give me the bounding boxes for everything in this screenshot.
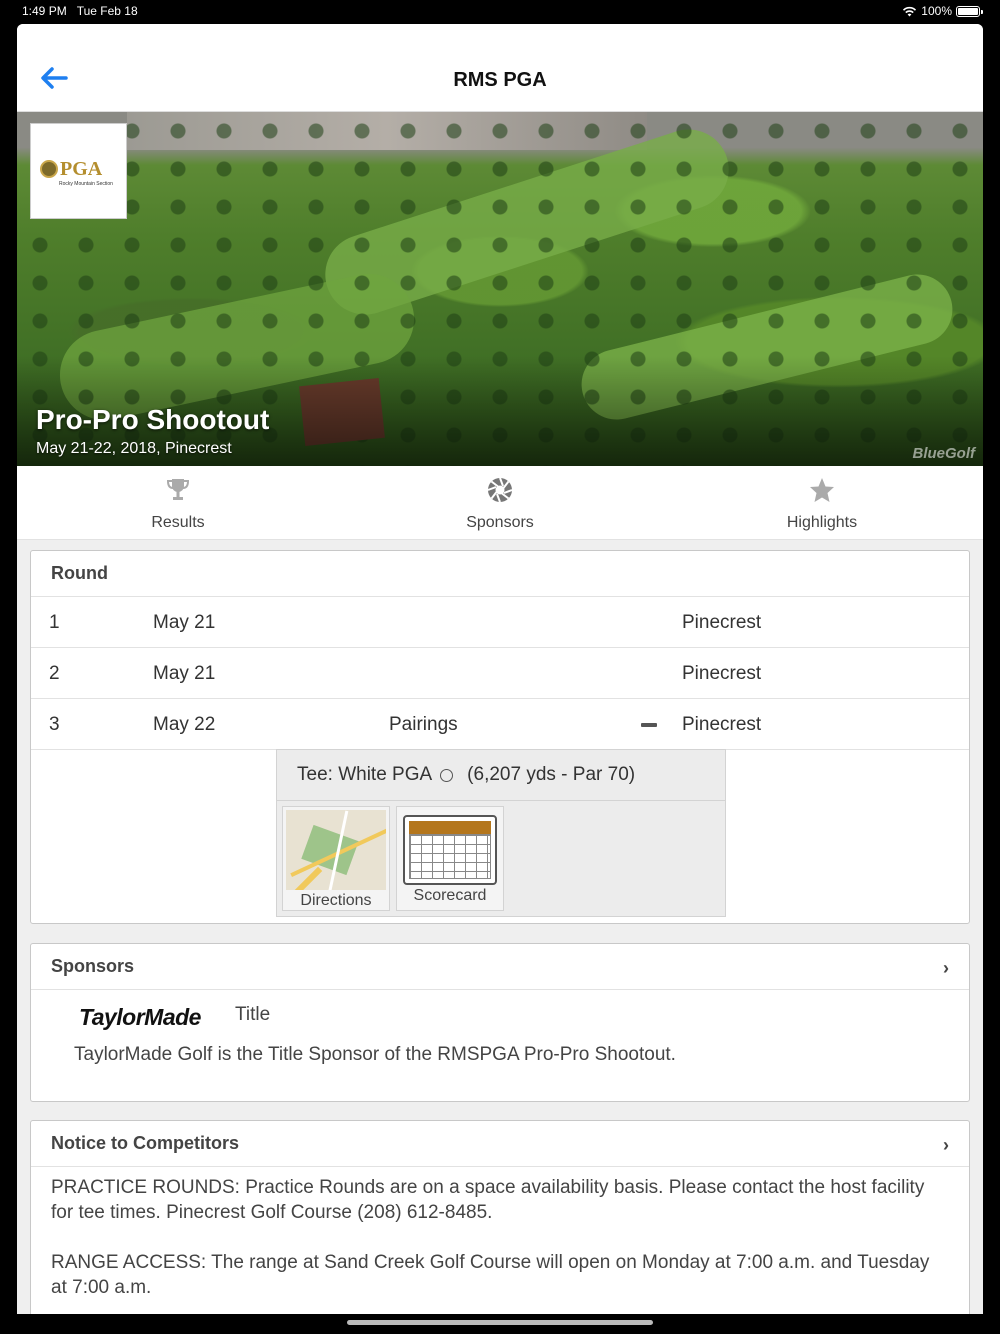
- notice-paragraph: RANGE ACCESS: The range at Sand Creek Go…: [51, 1252, 930, 1298]
- rounds-header: Round: [31, 551, 969, 597]
- taylormade-logo: TaylorMade: [79, 1004, 201, 1030]
- bluegolf-watermark: BlueGolf: [912, 445, 976, 462]
- pairings-link[interactable]: Pairings: [389, 714, 458, 736]
- rounds-card: Round 1 May 21 Pinecrest 2 May 21 Pinecr…: [30, 550, 970, 924]
- round-row[interactable]: 1 May 21 Pinecrest: [31, 597, 969, 648]
- scorecard-icon: [403, 815, 497, 885]
- round-row-expanded[interactable]: 3 May 22 Pairings Pinecrest: [31, 699, 969, 750]
- trophy-icon: [166, 479, 190, 500]
- notice-header: Notice to Competitors: [51, 1133, 240, 1153]
- nav-title: RMS PGA: [453, 69, 547, 91]
- status-time: 1:49 PM Tue Feb 18: [22, 4, 138, 18]
- tab-sponsors[interactable]: Sponsors: [339, 466, 661, 539]
- chevron-right-icon[interactable]: ›: [943, 1135, 949, 1156]
- pga-section-logo: PGA Rocky Mountain Section: [30, 123, 127, 219]
- sponsors-header: Sponsors: [51, 956, 135, 976]
- notice-card[interactable]: Notice to Competitors › PRACTICE ROUNDS:…: [30, 1120, 970, 1314]
- event-hero-image: PGA Rocky Mountain Section Pro-Pro Shoot…: [17, 112, 983, 466]
- notice-body: PRACTICE ROUNDS: Practice Rounds are on …: [31, 1167, 969, 1300]
- collapse-minus-icon[interactable]: [641, 723, 657, 727]
- star-icon: [810, 478, 834, 502]
- aperture-icon: [487, 477, 513, 503]
- round-row[interactable]: 2 May 21 Pinecrest: [31, 648, 969, 699]
- battery-icon: [956, 5, 983, 17]
- directions-button[interactable]: Directions: [282, 806, 390, 911]
- round-details-panel: Tee: White PGA (6,207 yds - Par 70) Dire…: [276, 749, 726, 917]
- event-tabs: Results Sponsors Highlights: [17, 466, 983, 540]
- nav-bar: RMS PGA: [17, 24, 983, 112]
- chevron-right-icon[interactable]: ›: [943, 958, 949, 979]
- pga-seal-icon: [40, 160, 58, 178]
- map-thumbnail-icon: [286, 810, 386, 890]
- wifi-icon: [903, 6, 917, 16]
- tab-results[interactable]: Results: [17, 466, 339, 539]
- sponsor-description: TaylorMade Golf is the Title Sponsor of …: [74, 1044, 676, 1065]
- event-subtitle: May 21-22, 2018, Pinecrest: [36, 440, 232, 457]
- event-title: Pro-Pro Shootout: [36, 404, 270, 435]
- battery-percent: 100%: [921, 4, 952, 18]
- home-indicator[interactable]: [347, 1320, 653, 1325]
- scorecard-button[interactable]: Scorecard: [396, 806, 504, 911]
- status-bar: 1:49 PM Tue Feb 18 100%: [0, 0, 1000, 22]
- app-screen: RMS PGA PGA Rocky Mountain Section Pro-P…: [17, 24, 983, 1314]
- sponsors-card[interactable]: Sponsors › TaylorMade Title TaylorMade G…: [30, 943, 970, 1102]
- tee-info: Tee: White PGA (6,207 yds - Par 70): [277, 750, 725, 801]
- tab-highlights[interactable]: Highlights: [661, 466, 983, 539]
- sponsor-type: Title: [235, 1004, 271, 1025]
- tee-radio-icon[interactable]: [440, 768, 454, 782]
- notice-paragraph: PRACTICE ROUNDS: Practice Rounds are on …: [51, 1177, 925, 1223]
